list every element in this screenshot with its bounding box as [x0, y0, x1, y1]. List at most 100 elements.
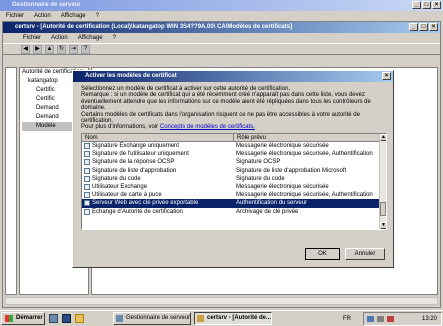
server-manager-icon — [116, 315, 123, 322]
back-icon[interactable]: ◀ — [21, 44, 30, 54]
start-button[interactable]: Démarrer — [1, 312, 45, 325]
scroll-down-icon[interactable]: ▼ — [380, 222, 386, 229]
powershell-quick-icon[interactable] — [62, 314, 71, 323]
cancel-button[interactable]: Annuler — [345, 248, 385, 260]
security-icon[interactable] — [387, 316, 394, 322]
template-name: Serveur Web avec clé privée exportable — [92, 200, 199, 207]
scroll-thumb[interactable] — [380, 202, 386, 216]
dialog-close-button[interactable]: × — [382, 72, 391, 80]
mmc-menubar: Fichier Action Affichage ? — [3, 33, 440, 43]
network-icon[interactable] — [367, 316, 374, 322]
template-row[interactable]: Signature Exchange uniquement Messagerie … — [82, 142, 379, 150]
template-row[interactable]: Signature du code Signature du code — [82, 175, 379, 183]
certificate-template-icon — [84, 159, 90, 166]
task-label-0: Gestionnaire de serveur — [126, 315, 191, 321]
list-rows: Signature Exchange uniquement Messagerie … — [82, 142, 379, 216]
scroll-up-icon[interactable]: ▲ — [380, 134, 386, 141]
minimize-button[interactable]: _ — [412, 1, 421, 9]
task-server-manager[interactable]: Gestionnaire de serveur — [113, 312, 191, 325]
outer-menubar: Fichier Action Affichage ? — [0, 11, 443, 21]
volume-icon[interactable] — [377, 316, 384, 322]
mmc-menu-fichier[interactable]: Fichier — [23, 33, 41, 43]
certificate-template-icon — [84, 184, 90, 191]
mmc-title: certsrv - [Autorité de certification (Lo… — [15, 24, 293, 30]
template-name-cell: Signature Exchange uniquement — [82, 142, 234, 150]
mmc-titlebar[interactable]: certsrv - [Autorité de certification (Lo… — [3, 22, 440, 33]
template-row[interactable]: Utilisateur Exchange Messagerie électroni… — [82, 183, 379, 191]
intro-line-4: Pour plus d'informations, voir Concepts … — [81, 124, 387, 130]
mmc-close-button[interactable]: × — [429, 23, 438, 31]
template-name-cell: Signature de la réponse OCSP — [82, 158, 234, 166]
template-row[interactable]: Signature de l'utilisateur uniquement Mes… — [82, 150, 379, 158]
help-icon[interactable]: ? — [81, 44, 90, 54]
mmc-minimize-button[interactable]: _ — [409, 23, 418, 31]
template-name: Utilisateur de carte à puce — [92, 192, 162, 199]
forward-icon[interactable]: ▶ — [33, 44, 42, 54]
template-row[interactable]: Utilisateur de carte à puce Messagerie él… — [82, 191, 379, 199]
more-info-text: Pour plus d'informations, voir — [81, 124, 159, 131]
horizontal-scrollbar[interactable] — [5, 297, 438, 305]
mmc-menu-action[interactable]: Action — [51, 33, 68, 43]
template-name: Échange d'Autorité de certification — [92, 208, 183, 215]
left-strip — [5, 67, 17, 295]
template-purpose: Messagerie électronique sécurisée, Authe… — [236, 151, 373, 158]
refresh-icon[interactable]: ↻ — [57, 44, 66, 54]
template-name-cell: Échange d'Autorité de certification — [82, 208, 234, 216]
template-name: Signature Exchange uniquement — [92, 143, 180, 149]
mmc-menu-help[interactable]: ? — [113, 33, 116, 43]
clock: 13:20 — [421, 316, 437, 322]
template-name: Signature de la réponse OCSP — [92, 159, 175, 166]
outer-titlebar[interactable]: Gestionnaire de serveur _ □ × — [0, 0, 443, 11]
menu-fichier[interactable]: Fichier — [6, 11, 24, 21]
certificate-template-icon — [84, 143, 90, 150]
template-name-cell: Signature de liste d'approbation — [82, 167, 234, 175]
certificate-template-icon — [84, 167, 90, 174]
menu-affichage[interactable]: Affichage — [61, 11, 86, 21]
mmc-maximize-button[interactable]: □ — [419, 23, 428, 31]
close-button[interactable]: × — [432, 1, 441, 9]
template-purpose: Messagerie électronique sécurisée — [236, 143, 329, 149]
template-name: Signature du code — [92, 175, 141, 182]
outer-title: Gestionnaire de serveur — [12, 2, 81, 8]
templates-concepts-link[interactable]: Concepts de modèles de certificats. — [160, 124, 255, 130]
template-purpose: Messagerie électronique sécurisée, Authe… — [236, 192, 373, 199]
list-vertical-scrollbar[interactable]: ▲ ▼ — [379, 134, 386, 229]
template-purpose: Archivage de clé privée — [236, 208, 299, 215]
menu-action[interactable]: Action — [34, 11, 51, 21]
server-manager-quick-icon[interactable] — [49, 314, 58, 323]
ok-button[interactable]: OK — [305, 248, 340, 260]
template-purpose: Signature du code — [236, 175, 285, 182]
template-name-cell: Utilisateur Exchange — [82, 183, 234, 191]
template-purpose: Authentification du serveur — [236, 200, 308, 207]
templates-list: Nom Rôle prévu Signature Exchange unique… — [81, 133, 387, 230]
dialog-title: Activer les modèles de certificat — [85, 73, 177, 79]
mmc-menu-affichage[interactable]: Affichage — [78, 33, 103, 43]
dialog-titlebar[interactable]: Activer les modèles de certificat × — [73, 71, 393, 82]
template-row[interactable]: Échange d'Autorité de certification Archi… — [82, 208, 379, 216]
certificate-template-icon — [84, 175, 90, 182]
intro-line-2: Remarque : si un modèle de certificat qu… — [81, 92, 371, 112]
template-name-cell: Serveur Web avec clé privée exportable — [82, 199, 234, 207]
template-row[interactable]: Signature de la réponse OCSP Signature OC… — [82, 158, 379, 166]
system-tray: FR 13:20 — [343, 312, 442, 326]
certificate-template-icon — [84, 151, 90, 158]
template-row[interactable]: Signature de liste d'approbation Signatur… — [82, 167, 379, 175]
task-label-1: certsrv - [Autorité de... — [207, 315, 272, 321]
maximize-button[interactable]: □ — [422, 1, 431, 9]
column-name-header[interactable]: Nom — [82, 134, 234, 141]
task-certsrv[interactable]: certsrv - [Autorité de... — [194, 312, 272, 325]
export-icon[interactable]: ⇥ — [69, 44, 78, 54]
language-indicator[interactable]: FR — [343, 313, 351, 325]
dialog-intro: Sélectionnez un modèle de certificat à a… — [73, 82, 393, 131]
template-name-cell: Utilisateur de carte à puce — [82, 191, 234, 199]
template-row[interactable]: Serveur Web avec clé privée exportable Au… — [82, 199, 379, 208]
menu-help[interactable]: ? — [96, 11, 99, 21]
certsrv-icon — [197, 315, 204, 322]
quicklaunch-icons — [49, 314, 84, 323]
up-folder-icon[interactable]: ▲ — [45, 44, 54, 54]
enable-templates-dialog: Activer les modèles de certificat × Séle… — [72, 70, 394, 268]
column-purpose-header[interactable]: Rôle prévu — [234, 134, 386, 141]
explorer-quick-icon[interactable] — [75, 314, 84, 323]
start-label: Démarrer — [16, 315, 43, 321]
certificate-template-icon — [84, 200, 90, 207]
